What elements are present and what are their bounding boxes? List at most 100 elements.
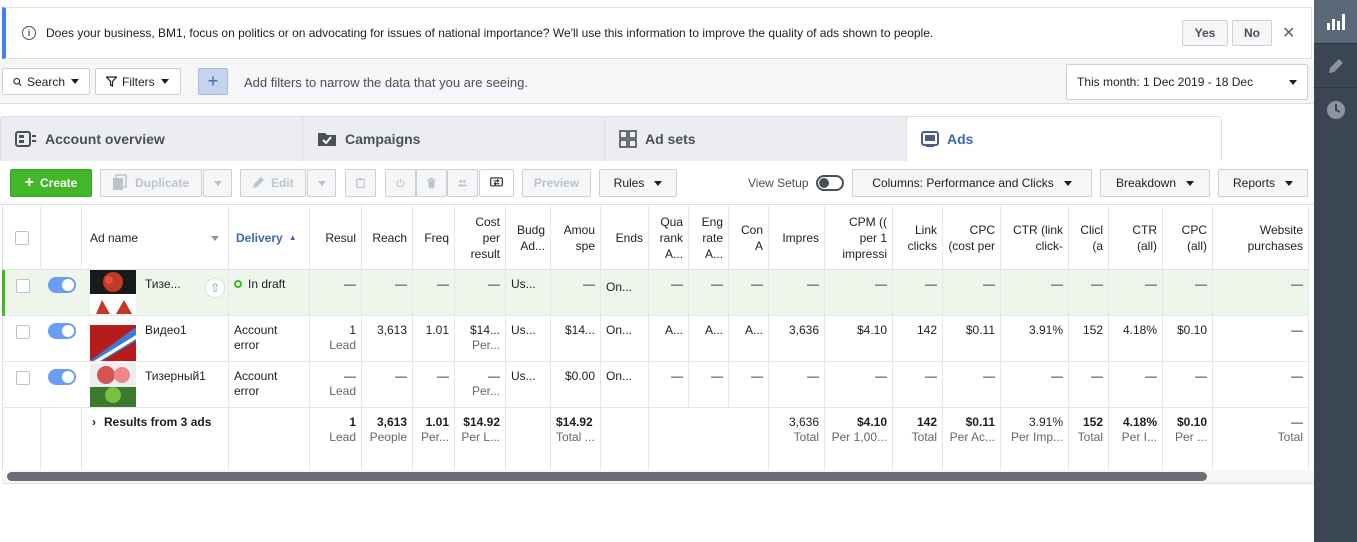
scrollbar-thumb[interactable] [7,472,1207,481]
horizontal-scrollbar[interactable] [2,470,1314,484]
political-ads-notice: i Does your business, BM1, focus on poli… [2,7,1312,59]
close-icon[interactable]: ✕ [1282,23,1295,43]
header-conversion-rate[interactable]: Con A [729,206,769,270]
audience-button[interactable] [447,169,478,197]
no-button[interactable]: No [1232,20,1272,46]
row-checkbox[interactable] [16,371,30,385]
header-cpc-cost[interactable]: CPC (cost per [943,206,1001,270]
table-row[interactable]: Видео1 Account error 1 Lead 3,613 1.01 $1… [3,316,1309,362]
totals-empty [3,408,41,470]
value: 152 [1082,415,1103,429]
value: 142 [916,415,937,429]
totals-label-cell[interactable]: › Results from 3 ads [82,408,229,470]
notice-message: Does your business, BM1, focus on politi… [46,26,934,40]
reach-cell: — [362,362,413,407]
rules-button[interactable]: Rules [599,169,677,197]
filter-icon [106,76,117,87]
header-ctr-all[interactable]: CTR (all) [1109,206,1163,270]
tab-ad-sets[interactable]: Ad sets [604,116,916,161]
draft-status-icon [234,280,242,288]
purchases-cell: — [1213,270,1309,315]
ad-name[interactable]: Тизерный1 [143,362,223,407]
totals-cpc-all: $0.10 Per ... [1163,408,1213,470]
header-frequency[interactable]: Freq [413,206,455,270]
header-cost-per-result[interactable]: Cost per result [455,206,506,270]
header-impressions[interactable]: Impres [769,206,825,270]
add-filter-button[interactable]: + [198,68,228,95]
breakdown-dropdown[interactable]: Breakdown [1100,169,1210,197]
clicks-all-cell: — [1069,270,1109,315]
header-ctr-link[interactable]: CTR (link click- [1001,206,1069,270]
ad-toggle[interactable] [48,323,76,339]
value: $14.92 [556,415,593,429]
header-cpc-all[interactable]: CPC (all) [1163,206,1213,270]
tab-account-overview[interactable]: Account overview [0,116,312,161]
sub: Total ... [556,430,595,444]
reports-dropdown[interactable]: Reports [1218,169,1308,197]
totals-delivery [229,408,310,470]
header-engagement-rate[interactable]: Eng rate A... [689,206,729,270]
tab-campaigns[interactable]: Campaigns [302,116,614,161]
totals-impressions: 3,636 Total [769,408,825,470]
totals-reach: 3,613 People [362,408,413,470]
frequency-cell: — [413,270,455,315]
ad-toggle[interactable] [48,369,76,385]
engagement-cell: — [689,362,729,407]
yes-button[interactable]: Yes [1182,20,1228,46]
tab-label: Ads [947,131,974,147]
charts-button[interactable] [1314,0,1357,43]
date-range-picker[interactable]: This month: 1 Dec 2019 - 18 Dec [1066,64,1308,100]
edit-panel-button[interactable] [1314,44,1357,87]
header-reach[interactable]: Reach [362,206,413,270]
table-row[interactable]: Тизе... ⇧ In draft — — — — Us... — On...… [2,270,1309,316]
table-row[interactable]: Тизерный1 Account error — Lead — — — Per..… [3,362,1309,408]
header-result[interactable]: Resul [310,206,362,270]
view-setup-toggle[interactable] [816,175,844,191]
header-website-purchases[interactable]: Website purchases [1213,206,1309,270]
clipboard-button[interactable] [345,169,376,197]
totals-cpm: $4.10 Per 1,00... [825,408,893,470]
value: 3,636 [788,415,819,429]
delivery-status: In draft [248,277,286,291]
row-checkbox[interactable] [16,325,30,339]
delete-button[interactable] [416,169,447,197]
tab-ads[interactable]: Ads [906,116,1222,161]
view-setup-label: View Setup [748,176,809,190]
duplicate-button[interactable]: Duplicate [100,169,202,197]
edit-dropdown[interactable] [307,169,336,197]
totals-label: Results from 3 ads [104,415,212,429]
filters-button[interactable]: Filters [95,68,181,95]
header-quality-ranking[interactable]: Qua rank A... [649,206,689,270]
history-button[interactable] [1314,88,1357,131]
edit-button[interactable]: Edit [240,169,306,197]
header-amount-spent[interactable]: Amou spe [551,206,601,270]
ab-test-icon [490,177,503,187]
totals-link-clicks: 142 Total [893,408,943,470]
preview-button[interactable]: Preview [522,169,591,197]
search-button[interactable]: Search [2,68,90,95]
ad-name[interactable]: Видео1 [143,316,203,361]
ad-toggle[interactable] [48,277,76,293]
ab-test-button[interactable] [479,169,514,197]
header-cpm[interactable]: CPM (( per 1 impressi [825,206,893,270]
row-checkbox[interactable] [16,279,30,293]
header-link-clicks[interactable]: Link clicks [893,206,943,270]
select-all-checkbox[interactable] [14,231,29,245]
ads-manager: i Does your business, BM1, focus on poli… [0,0,1357,542]
ends-cell: On... [601,316,649,361]
columns-dropdown[interactable]: Columns: Performance and Clicks [852,169,1092,197]
create-label: Create [39,176,78,190]
totals-row: › Results from 3 ads 1 Lead 3,613 People 1.… [3,408,1309,470]
result-value: 1 [349,323,356,337]
header-delivery[interactable]: Delivery ▲ [229,206,310,270]
header-clicks-all[interactable]: Clicl (a [1069,206,1109,270]
toggle-on-off-button[interactable] [385,169,416,197]
create-button[interactable]: + Create [10,169,92,197]
header-ad-name[interactable]: Ad name [82,206,229,270]
header-budget[interactable]: Budg Ad... [506,206,551,270]
header-ends[interactable]: Ends [601,206,649,270]
duplicate-dropdown[interactable] [203,169,232,197]
sort-ascending-icon: ▲ [288,233,297,242]
grid-icon [619,130,637,148]
search-icon [13,77,22,86]
